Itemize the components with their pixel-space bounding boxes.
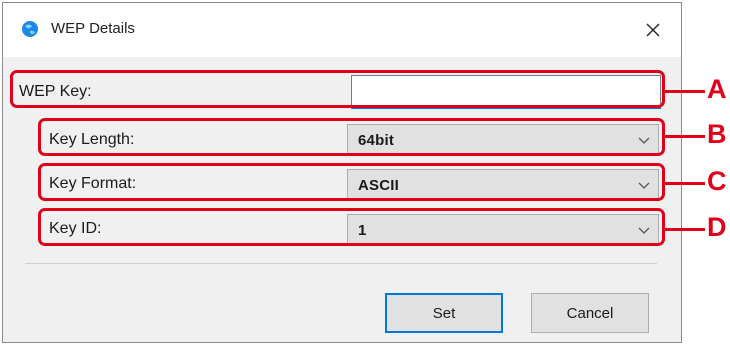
leader-line-d (665, 228, 705, 231)
separator (25, 263, 657, 264)
key-format-value: ASCII (358, 176, 400, 194)
callout-b: B (707, 119, 727, 149)
close-button[interactable] (631, 11, 675, 49)
cancel-button[interactable]: Cancel (531, 293, 649, 333)
set-button[interactable]: Set (385, 293, 503, 333)
callout-c: C (707, 166, 727, 196)
wep-key-label: WEP Key: (19, 83, 92, 100)
title-bar: WEP Details (3, 3, 681, 57)
callout-d: D (707, 212, 727, 242)
chevron-down-icon (638, 227, 650, 234)
key-id-select[interactable]: 1 (347, 214, 659, 246)
key-id-value: 1 (358, 221, 367, 239)
key-length-label: Key Length: (49, 131, 135, 148)
key-format-label: Key Format: (49, 175, 137, 192)
key-length-select[interactable]: 64bit (347, 124, 659, 156)
wep-key-input[interactable] (351, 75, 661, 109)
key-length-value: 64bit (358, 131, 395, 149)
leader-line-b (665, 135, 705, 138)
key-id-label: Key ID: (49, 220, 102, 237)
wep-details-dialog: WEP Details WEP Key: Key Length: 64bit K… (2, 2, 682, 343)
leader-line-c (665, 182, 705, 185)
globe-icon (22, 21, 38, 37)
dialog-title: WEP Details (51, 20, 135, 37)
chevron-down-icon (638, 137, 650, 144)
leader-line-a (665, 90, 705, 93)
callout-a: A (707, 74, 727, 104)
close-icon (646, 23, 660, 37)
chevron-down-icon (638, 182, 650, 189)
key-format-select[interactable]: ASCII (347, 169, 659, 201)
